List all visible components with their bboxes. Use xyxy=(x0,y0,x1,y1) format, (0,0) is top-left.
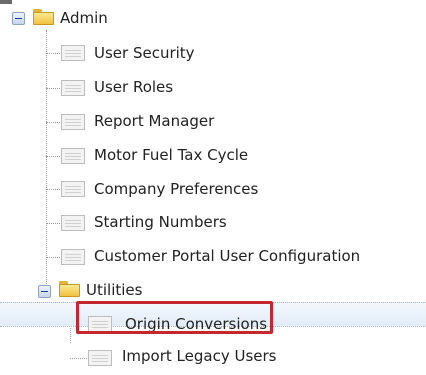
page-icon xyxy=(88,350,112,366)
tree-guide-line xyxy=(46,122,60,123)
highlight-annotation-box xyxy=(76,301,273,334)
page-icon xyxy=(61,80,85,96)
tree-item-label[interactable]: Starting Numbers xyxy=(94,212,227,232)
tree-node-label[interactable]: Utilities xyxy=(86,280,142,300)
folder-open-icon xyxy=(33,9,55,26)
tree-item-label[interactable]: Import Legacy Users xyxy=(122,346,276,366)
tree-item-label[interactable]: User Roles xyxy=(94,77,173,97)
minus-icon xyxy=(15,18,22,19)
page-icon xyxy=(61,45,85,61)
folder-open-icon xyxy=(59,281,81,298)
tree-node-label[interactable]: Admin xyxy=(60,8,108,28)
tree-guide-line xyxy=(70,358,87,359)
page-icon xyxy=(61,181,85,197)
minus-icon xyxy=(41,291,48,292)
tree-guide-line xyxy=(46,257,60,258)
tree-guide-line xyxy=(46,156,60,157)
tree-guide-line xyxy=(46,223,60,224)
tree-guide-line xyxy=(46,30,47,292)
tree-item-label[interactable]: User Security xyxy=(94,43,195,63)
tree-item-label[interactable]: Motor Fuel Tax Cycle xyxy=(94,145,248,165)
tree-guide-line xyxy=(46,189,60,190)
collapse-toggle[interactable] xyxy=(12,12,25,25)
page-icon xyxy=(61,148,85,164)
page-icon xyxy=(61,249,85,265)
tree-guide-line xyxy=(46,53,60,54)
tree-item-label[interactable]: Company Preferences xyxy=(94,179,258,199)
page-icon xyxy=(61,215,85,231)
tree-item-label[interactable]: Customer Portal User Configuration xyxy=(94,246,360,266)
tree-guide-line xyxy=(46,88,60,89)
cut-off-fragment xyxy=(0,0,12,4)
tree-item-label[interactable]: Report Manager xyxy=(94,111,214,131)
collapse-toggle[interactable] xyxy=(38,285,51,298)
page-icon xyxy=(61,114,85,130)
